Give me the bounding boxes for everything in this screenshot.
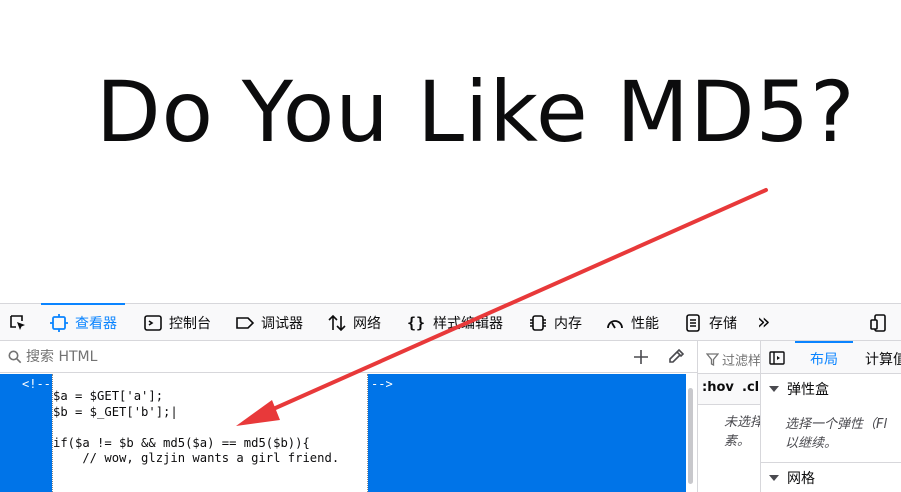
devtools-panel: 查看器 控制台 调试器 网络 {} 样式编辑器 内存 性能 存储 » 搜索 HT… — [0, 303, 901, 492]
search-html-input[interactable] — [22, 348, 586, 365]
tab-console[interactable]: 控制台 — [143, 304, 211, 341]
rules-toolbar: :hov .cl — [698, 373, 760, 405]
tab-debugger[interactable]: 调试器 — [235, 304, 303, 341]
memory-icon — [528, 313, 548, 333]
scrollbar-thumb[interactable] — [688, 388, 693, 484]
add-node-button[interactable] — [631, 347, 651, 367]
tab-storage[interactable]: 存储 — [683, 304, 737, 341]
devtools-toolbar: 查看器 控制台 调试器 网络 {} 样式编辑器 内存 性能 存储 » — [0, 303, 901, 341]
flexbox-hint: 选择一个弹性（Fl 以继续。 — [785, 415, 887, 453]
grid-section-header[interactable]: 网格 — [761, 462, 901, 492]
tab-style-editor-label: 样式编辑器 — [433, 315, 503, 332]
search-icon — [8, 350, 22, 364]
hov-toggle[interactable]: :hov — [702, 380, 734, 395]
layout-tabbar: 布局 计算值 — [761, 341, 901, 374]
performance-icon — [605, 313, 625, 333]
tab-debugger-label: 调试器 — [261, 315, 303, 332]
rules-filter[interactable]: 过滤样 — [706, 350, 760, 369]
markup-view[interactable]: <!-- $a = $GET['a']; $b = $_GET['b'];| i… — [0, 374, 696, 492]
inspector-icon — [49, 313, 69, 333]
tab-console-label: 控制台 — [169, 315, 211, 332]
rules-panel: 过滤样 :hov .cl 未选择 素。 — [697, 341, 760, 492]
storage-icon — [683, 313, 703, 333]
pick-element-icon — [8, 313, 28, 333]
eyedropper-button[interactable] — [666, 347, 686, 367]
tab-inspector[interactable]: 查看器 — [41, 303, 125, 341]
markup-scrollbar[interactable] — [686, 374, 696, 492]
tab-layout-label: 布局 — [810, 352, 838, 368]
expand-triangle-icon — [769, 475, 779, 481]
responsive-design-button[interactable] — [868, 304, 894, 341]
more-tools-button[interactable]: » — [757, 304, 770, 341]
filter-icon — [706, 353, 719, 366]
comment-close-tag: --> — [371, 377, 393, 391]
php-source-code: $a = $GET['a']; $b = $_GET['b'];| if($a … — [53, 389, 340, 465]
no-element-message-line2: 素。 — [724, 434, 751, 449]
tab-performance[interactable]: 性能 — [605, 304, 659, 341]
debugger-icon — [235, 313, 255, 333]
console-icon — [143, 313, 163, 333]
sidebar-toggle-icon — [769, 351, 785, 365]
layout-panel: 布局 计算值 弹性盒 选择一个弹性（Fl 以继续。 网格 — [760, 341, 901, 492]
no-element-message-line1: 未选择 — [724, 415, 760, 430]
eyedropper-icon — [669, 348, 685, 363]
tab-computed[interactable]: 计算值 — [865, 349, 901, 369]
plus-icon — [634, 350, 648, 364]
element-picker-button[interactable] — [8, 304, 28, 341]
comment-code-block[interactable]: $a = $GET['a']; $b = $_GET['b'];| if($a … — [52, 374, 368, 492]
tab-network-label: 网络 — [353, 315, 381, 332]
toggle-sidebar-button[interactable] — [769, 350, 785, 365]
expand-triangle-icon — [769, 386, 779, 392]
flexbox-hint-line1: 选择一个弹性（Fl — [785, 417, 888, 432]
network-icon — [327, 313, 347, 333]
flexbox-title: 弹性盒 — [787, 382, 829, 398]
no-element-message: 未选择 素。 — [724, 413, 760, 451]
search-html — [8, 341, 586, 372]
comment-open-tag: <!-- — [22, 377, 51, 391]
grid-title: 网格 — [787, 471, 815, 487]
tab-performance-label: 性能 — [631, 315, 659, 332]
cls-toggle[interactable]: .cl — [742, 380, 759, 395]
page-heading: Do You Like MD5? — [96, 63, 856, 161]
tab-layout[interactable]: 布局 — [795, 341, 853, 373]
flexbox-section-header[interactable]: 弹性盒 — [761, 374, 901, 404]
chevron-double-right-icon: » — [757, 310, 771, 335]
responsive-mode-icon — [868, 313, 888, 333]
flexbox-hint-line2: 以继续。 — [785, 436, 838, 451]
tab-memory-label: 内存 — [554, 315, 582, 332]
tab-computed-label: 计算值 — [865, 352, 901, 368]
tab-memory[interactable]: 内存 — [528, 304, 582, 341]
style-editor-icon: {} — [406, 313, 426, 332]
filter-label: 过滤样 — [722, 354, 760, 369]
tab-inspector-label: 查看器 — [75, 315, 117, 332]
tab-storage-label: 存储 — [709, 315, 737, 332]
tab-style-editor[interactable]: {} 样式编辑器 — [405, 304, 503, 341]
tab-network[interactable]: 网络 — [327, 304, 381, 341]
